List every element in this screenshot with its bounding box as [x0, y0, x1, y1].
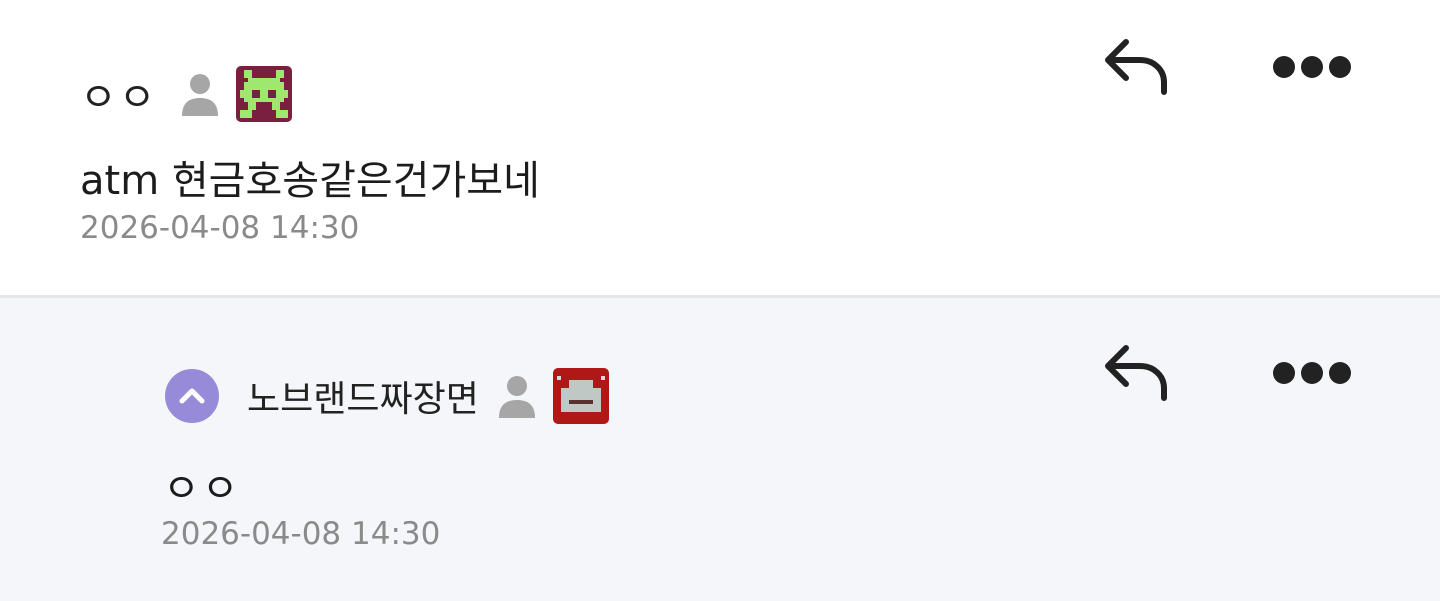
chevron-up-icon [179, 388, 205, 404]
more-options-button[interactable] [1268, 52, 1356, 82]
comment-item: ㅇㅇ atm 현금호송같은건가보네 2026-04-08 14:30 [0, 0, 1440, 296]
collapse-reply-button[interactable] [165, 369, 219, 423]
comment-body: ㅇㅇ [163, 466, 241, 512]
level-badge-icon [235, 66, 292, 122]
user-icon [497, 374, 537, 418]
reply-comment-item: 노브랜드짜장면 ㅇㅇ 2026-04-08 14:30 [0, 298, 1440, 601]
level-badge-icon [552, 368, 609, 424]
comment-author-row: ㅇㅇ [80, 64, 292, 124]
comment-body: atm 현금호송같은건가보네 [80, 158, 540, 204]
reply-button[interactable] [1100, 36, 1170, 96]
author-nickname[interactable]: 노브랜드짜장면 [247, 370, 479, 422]
more-dots-icon [1273, 56, 1351, 78]
comment-author-row: 노브랜드짜장면 [165, 366, 609, 426]
user-icon [180, 72, 220, 116]
author-nickname[interactable]: ㅇㅇ [80, 65, 158, 123]
comment-timestamp: 2026-04-08 14:30 [80, 210, 360, 246]
reply-arrow-icon [1105, 39, 1167, 95]
reply-arrow-icon [1105, 345, 1167, 401]
reply-button[interactable] [1100, 342, 1170, 402]
comment-timestamp: 2026-04-08 14:30 [161, 516, 441, 552]
more-dots-icon [1273, 362, 1351, 384]
more-options-button[interactable] [1268, 358, 1356, 388]
